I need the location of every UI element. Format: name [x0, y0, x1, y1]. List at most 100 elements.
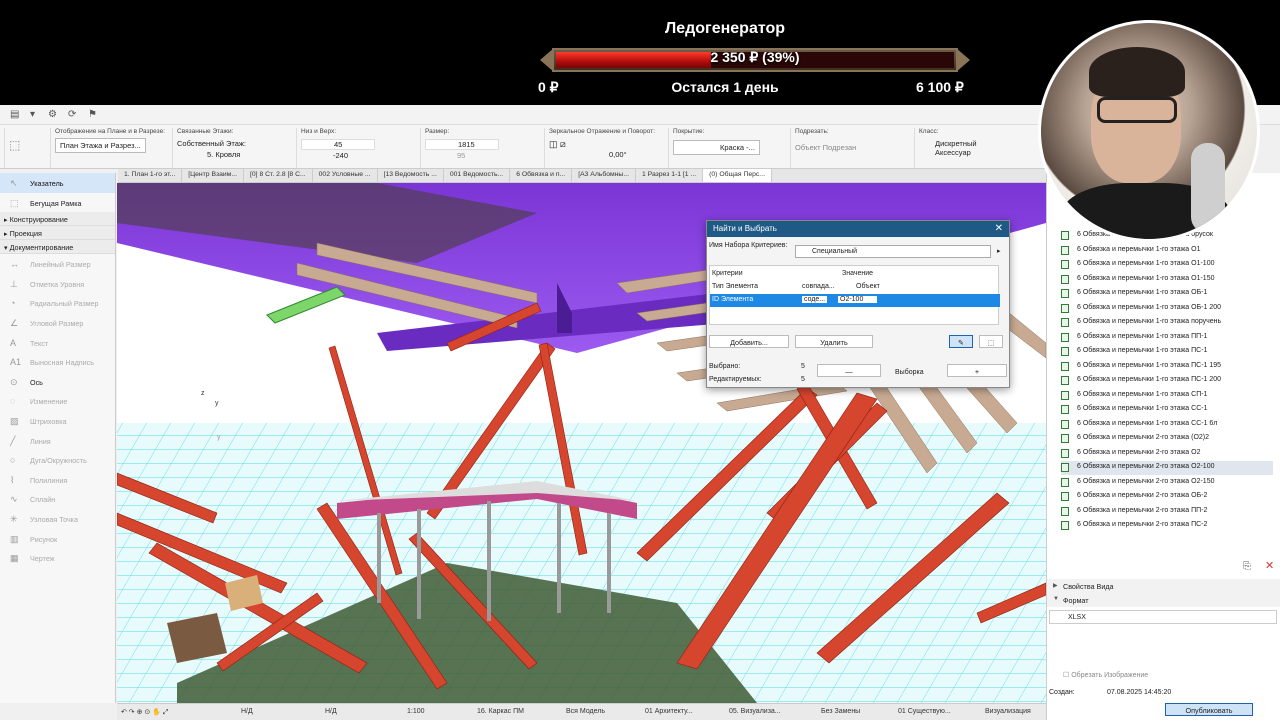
tool-item[interactable]: ▨ Штриховка [0, 411, 115, 431]
layout-icon[interactable]: ▤ [10, 109, 19, 120]
home-story-select[interactable]: 5. Кровля [177, 150, 292, 159]
crop-image-checkbox[interactable]: ☐ Обрезать Изображение [1063, 671, 1148, 679]
graphic-override-select[interactable]: 05. Визуализа... [729, 708, 781, 715]
view-select[interactable]: Визуализация [985, 708, 1031, 715]
layer-combo-select[interactable]: 16. Каркас ПМ [477, 708, 524, 715]
tool-item[interactable]: ⊥ Отметка Уровня [0, 274, 115, 294]
tool-item[interactable]: ○ Дуга/Окружность [0, 450, 115, 470]
tool-item[interactable]: ◔ Радиальный Размер [0, 293, 115, 313]
format-select[interactable]: XLSX [1049, 610, 1277, 624]
tool-item[interactable]: ▥ Рисунок [0, 529, 115, 549]
section-documentation[interactable]: ▾ Документирование [0, 240, 115, 255]
tab-item[interactable]: 001 Ведомость... [444, 169, 511, 182]
mvo-select[interactable]: 01 Архитекту... [645, 708, 693, 715]
tab-item[interactable]: [A3 Альбомны... [572, 169, 636, 182]
list-item[interactable]: 6 Обвязка и перемычки 1-го этажа ПС-1 [1061, 345, 1273, 359]
mirror-icon[interactable]: ◫ ⧄ [549, 139, 664, 150]
top-offset-field[interactable]: 45 [301, 139, 375, 150]
list-item[interactable]: 6 Обвязка и перемычки 1-го этажа СС-1 [1061, 403, 1273, 417]
angle-field[interactable]: 0,00° [549, 150, 664, 159]
tool-item[interactable]: ⌇ Полилиния [0, 470, 115, 490]
list-item[interactable]: 6 Обвязка и перемычки 2-го этажа ПС-2 [1061, 519, 1273, 533]
tool-label: Узловая Точка [30, 514, 78, 524]
list-item[interactable]: 6 Обвязка и перемычки 1-го этажа O1-100 [1061, 258, 1273, 272]
size-a-field[interactable]: 1815 [425, 139, 499, 150]
size-b-field[interactable]: 95 [425, 151, 540, 160]
tool-icon: ↔ [10, 259, 19, 270]
deselect-button[interactable]: — [817, 364, 881, 377]
teamwork-icon[interactable]: ⚑ [88, 109, 97, 120]
list-item[interactable]: 6 Обвязка и перемычки 1-го этажа ПС-1 20… [1061, 374, 1273, 388]
tool-item[interactable]: ◌ Изменение [0, 391, 115, 411]
tool-icon: ⊥ [10, 278, 18, 289]
close-icon[interactable]: ✕ [1265, 559, 1274, 572]
list-item[interactable]: 6 Обвязка и перемычки 1-го этажа ПП-1 [1061, 331, 1273, 345]
tab-item[interactable]: 1. План 1-го эт... [118, 169, 183, 182]
section-design[interactable]: ▸ Конструирование [0, 212, 115, 227]
class-select[interactable]: Дискретный Аксессуар [919, 139, 989, 157]
list-item[interactable]: 6 Обвязка и перемычки 1-го этажа O1 [1061, 244, 1273, 258]
list-item[interactable]: 6 Обвязка и перемычки 1-го этажа O1-150 [1061, 273, 1273, 287]
remove-button[interactable]: Удалить [795, 335, 873, 348]
tool-item[interactable]: ╱ Линия [0, 431, 115, 451]
tool-item[interactable]: ↔ Линейный Размер [0, 254, 115, 274]
list-item[interactable]: 6 Обвязка и перемычки 1-го этажа OБ-1 20… [1061, 302, 1273, 316]
tool-item[interactable]: ⊙ Ось [0, 372, 115, 392]
renovation-filter-select[interactable]: 01 Существую... [898, 708, 951, 715]
tool-marquee[interactable]: ⬚ Бегущая Рамка [0, 193, 115, 213]
glasses-shape [1097, 97, 1177, 123]
criteria-set-select[interactable]: Специальный [795, 245, 991, 258]
list-item[interactable]: 6 Обвязка и перемычки 2-го этажа (O2)2 [1061, 432, 1273, 446]
selected-beam[interactable] [266, 286, 346, 324]
model-view-select[interactable]: Вся Модель [566, 708, 605, 715]
publish-button[interactable]: Опубликовать [1165, 703, 1253, 716]
sync-icon[interactable]: ⟳ [68, 109, 76, 120]
section-projection[interactable]: ▸ Проекция [0, 226, 115, 241]
tool-item[interactable]: A Текст [0, 333, 115, 353]
view-props-section[interactable]: ▶ Свойства Вида [1047, 579, 1280, 593]
tool-item[interactable]: ▦ Чертеж [0, 548, 115, 568]
editable-count: 5 [801, 376, 805, 383]
settings-icon[interactable]: ⚙ [48, 109, 57, 120]
list-item[interactable]: 6 Обвязка и перемычки 1-го этажа ПС-1 19… [1061, 360, 1273, 374]
undo-icon[interactable]: ↶ ↷ ⊕ ⊙ ✋ ⤢ [121, 708, 169, 717]
bottom-offset-field[interactable]: -240 [301, 151, 416, 160]
export-icon[interactable]: ⎘ [1243, 561, 1251, 572]
scale-select[interactable]: 1:100 [407, 708, 425, 715]
tab-item[interactable]: (0) Общая Перс... [703, 169, 772, 182]
tool-pointer[interactable]: ↖ Указатель [0, 173, 115, 193]
arrow-right-icon[interactable]: ▸ [997, 247, 1001, 255]
list-item[interactable]: 6 Обвязка и перемычки 1-го этажа поручен… [1061, 316, 1273, 330]
eyedropper-icon[interactable]: ✎ [949, 335, 973, 348]
format-section[interactable]: ▼ Формат [1047, 593, 1280, 607]
list-item[interactable]: 6 Обвязка и перемычки 1-го этажа СП-1 [1061, 389, 1273, 403]
tab-item[interactable]: 002 Условные ... [313, 169, 378, 182]
table-row-selected[interactable]: ID Элемента соде... O2-100 [710, 294, 1000, 307]
tool-item[interactable]: A1 Выносная Надпись [0, 352, 115, 372]
list-item[interactable]: 6 Обвязка и перемычки 1-го этажа OБ-1 [1061, 287, 1273, 301]
tab-item[interactable]: [Центр Взаим... [182, 169, 245, 182]
list-item[interactable]: 6 Обвязка и перемычки 2-го этажа O2-150 [1061, 476, 1273, 490]
tool-item[interactable]: ✳ Узловая Точка [0, 509, 115, 529]
tab-item[interactable]: [13 Ведомость ... [378, 169, 444, 182]
list-item[interactable]: 6 Обвязка и перемычки 2-го этажа OБ-2 [1061, 490, 1273, 504]
table-row[interactable]: Тип Элемента совпада... Объект [710, 281, 1000, 294]
dropdown-icon[interactable]: ▾ [30, 109, 35, 120]
tab-item[interactable]: [0] 8 Ст. 2.8 [8 С... [244, 169, 313, 182]
list-item[interactable]: 6 Обвязка и перемычки 2-го этажа O2-100 [1061, 461, 1273, 476]
add-selection-button[interactable]: + [947, 364, 1007, 377]
trim-select[interactable]: Объект Подрезан [795, 143, 910, 152]
close-icon[interactable]: ✕ [995, 223, 1003, 234]
tool-item[interactable]: ∠ Угловой Размер [0, 313, 115, 333]
surface-select[interactable]: Краска -... [673, 140, 760, 155]
list-item[interactable]: 6 Обвязка и перемычки 1-го этажа СС-1 6л [1061, 418, 1273, 432]
list-item[interactable]: 6 Обвязка и перемычки 2-го этажа O2 [1061, 447, 1273, 461]
tab-item[interactable]: 6 Обвязка и п... [510, 169, 573, 182]
list-item[interactable]: 6 Обвязка и перемычки 2-го этажа ПП-2 [1061, 505, 1273, 519]
marquee-select-icon[interactable]: ⬚ [979, 335, 1003, 348]
add-button[interactable]: Добавить... [709, 335, 789, 348]
tab-item[interactable]: 1 Разрез 1-1 [1 ... [636, 169, 704, 182]
display-select[interactable]: План Этажа и Разрез... [55, 138, 146, 153]
tool-item[interactable]: ∿ Сплайн [0, 489, 115, 509]
renovation-select[interactable]: Без Замены [821, 708, 860, 715]
